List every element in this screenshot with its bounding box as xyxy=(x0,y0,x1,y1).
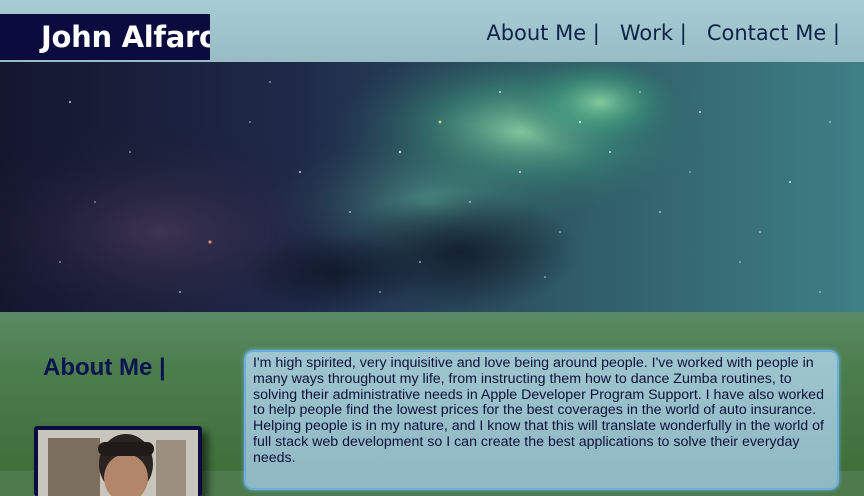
about-section: About Me | I'm high spirited, very inqui… xyxy=(0,312,864,496)
site-logo-title[interactable]: John Alfaro xyxy=(0,14,210,60)
nav-link-about[interactable]: About Me | xyxy=(486,20,600,46)
profile-photo-image xyxy=(38,430,198,496)
site-header: John Alfaro About Me | Work | Contact Me… xyxy=(0,0,864,62)
nav-link-contact[interactable]: Contact Me | xyxy=(707,20,840,46)
main-nav: About Me | Work | Contact Me | xyxy=(486,20,840,46)
nebula-space-image xyxy=(0,62,864,312)
nav-link-work[interactable]: Work | xyxy=(620,20,687,46)
hero-banner xyxy=(0,62,864,312)
about-title: About Me | xyxy=(43,354,166,381)
profile-photo xyxy=(34,426,202,496)
about-bio-text: I'm high spirited, very inquisitive and … xyxy=(244,350,839,490)
